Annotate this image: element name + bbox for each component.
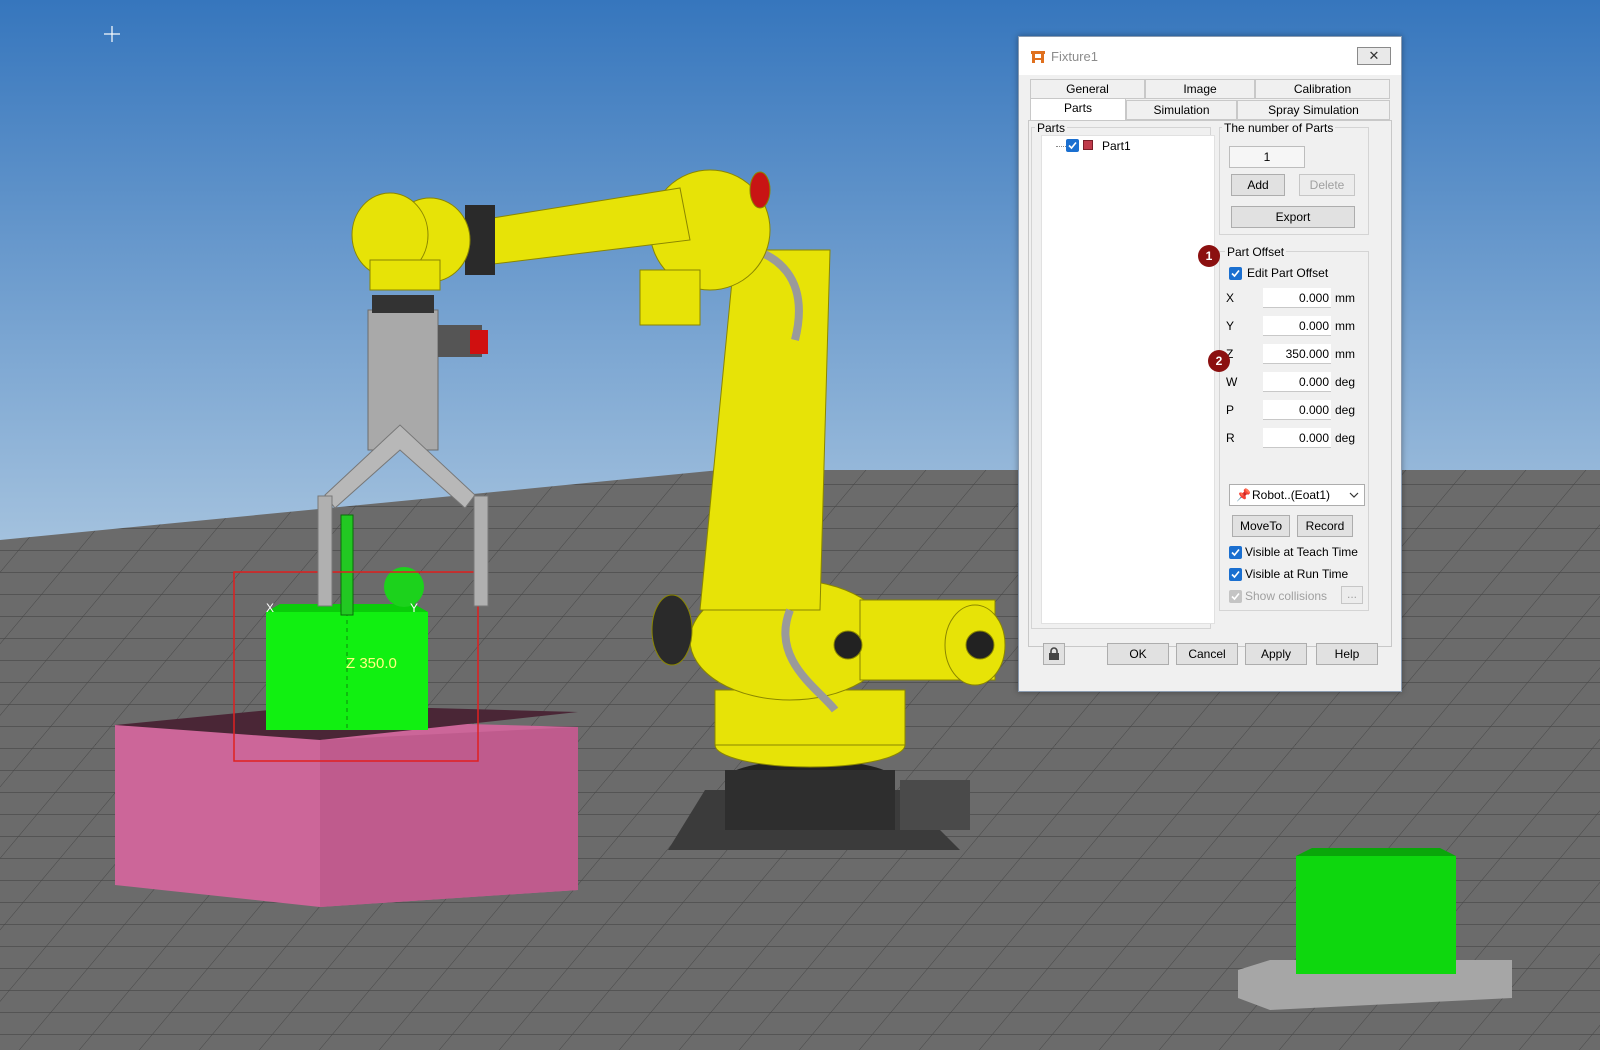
edit-part-offset-checkbox[interactable] bbox=[1229, 267, 1242, 280]
lock-icon bbox=[1049, 647, 1059, 660]
p-unit: deg bbox=[1335, 403, 1356, 417]
x-unit: mm bbox=[1335, 291, 1355, 305]
visible-teach-checkbox[interactable] bbox=[1229, 546, 1242, 559]
ok-button[interactable]: OK bbox=[1107, 643, 1169, 665]
tree-item-part1[interactable]: Part1 bbox=[1102, 139, 1131, 153]
dialog-titlebar[interactable]: Fixture1 ✕ bbox=[1019, 37, 1401, 75]
part-icon bbox=[1083, 140, 1093, 150]
chevron-down-icon bbox=[1349, 492, 1359, 498]
robot-select-value: Robot..(Eoat1) bbox=[1252, 488, 1331, 502]
robot-select[interactable]: 📌 Robot..(Eoat1) bbox=[1229, 484, 1365, 506]
robot-pin-icon: 📌 bbox=[1236, 488, 1251, 502]
pink-table bbox=[115, 705, 578, 907]
tab-calibration[interactable]: Calibration bbox=[1255, 79, 1390, 99]
record-button[interactable]: Record bbox=[1297, 515, 1353, 537]
r-unit: deg bbox=[1335, 431, 1356, 445]
cancel-button[interactable]: Cancel bbox=[1176, 643, 1238, 665]
show-collisions-checkbox[interactable] bbox=[1229, 590, 1242, 603]
y-label: Y bbox=[1226, 319, 1235, 333]
visible-run-checkbox[interactable] bbox=[1229, 568, 1242, 581]
close-button[interactable]: ✕ bbox=[1357, 47, 1391, 65]
tab-simulation[interactable]: Simulation bbox=[1126, 100, 1237, 120]
annotation-marker-1: 1 bbox=[1198, 245, 1220, 267]
edit-part-offset-label: Edit Part Offset bbox=[1247, 266, 1329, 280]
show-collisions-label: Show collisions bbox=[1245, 589, 1328, 603]
w-label: W bbox=[1226, 375, 1238, 389]
export-button[interactable]: Export bbox=[1231, 206, 1355, 228]
w-offset-input[interactable] bbox=[1263, 372, 1331, 392]
parts-tree[interactable]: Part1 bbox=[1041, 135, 1215, 624]
part-offset-legend: Part Offset bbox=[1225, 245, 1287, 259]
moveto-button[interactable]: MoveTo bbox=[1232, 515, 1290, 537]
r-label: R bbox=[1226, 431, 1235, 445]
p-offset-input[interactable] bbox=[1263, 400, 1331, 420]
p-label: P bbox=[1226, 403, 1235, 417]
r-offset-input[interactable] bbox=[1263, 428, 1331, 448]
visible-teach-label: Visible at Teach Time bbox=[1245, 545, 1358, 559]
z-unit: mm bbox=[1335, 347, 1355, 361]
fixture-icon bbox=[1031, 51, 1045, 63]
z-offset-input[interactable] bbox=[1263, 344, 1331, 364]
visible-run-label: Visible at Run Time bbox=[1245, 567, 1349, 581]
y-offset-input[interactable] bbox=[1263, 316, 1331, 336]
w-unit: deg bbox=[1335, 375, 1356, 389]
apply-button[interactable]: Apply bbox=[1245, 643, 1307, 665]
collisions-more-button[interactable]: ... bbox=[1341, 586, 1363, 604]
axis-y-label: Y bbox=[410, 601, 418, 615]
annotation-marker-2: 2 bbox=[1208, 350, 1230, 372]
axis-x-label: X bbox=[266, 601, 274, 615]
help-button[interactable]: Help bbox=[1316, 643, 1378, 665]
x-offset-input[interactable] bbox=[1263, 288, 1331, 308]
z-offset-overlay-label: Z 350.0 bbox=[346, 655, 397, 672]
y-unit: mm bbox=[1335, 319, 1355, 333]
add-button[interactable]: Add bbox=[1231, 174, 1285, 196]
parts-count-field: 1 bbox=[1229, 146, 1305, 168]
parts-group-legend: Parts bbox=[1035, 121, 1068, 135]
count-group-legend: The number of Parts bbox=[1222, 121, 1336, 135]
tree-connector bbox=[1056, 146, 1066, 147]
tool-frame-pin bbox=[340, 514, 354, 616]
tab-general[interactable]: General bbox=[1030, 79, 1145, 99]
parts-tab-pane: Parts Part1 The number of Parts 1 Add De… bbox=[1028, 120, 1392, 647]
delete-button[interactable]: Delete bbox=[1299, 174, 1355, 196]
lock-button[interactable] bbox=[1043, 643, 1065, 665]
dialog-title: Fixture1 bbox=[1051, 49, 1098, 64]
tab-parts[interactable]: Parts bbox=[1030, 98, 1126, 120]
x-label: X bbox=[1226, 291, 1235, 305]
part1-checkbox[interactable] bbox=[1066, 139, 1079, 152]
tab-spray-simulation[interactable]: Spray Simulation bbox=[1237, 100, 1390, 120]
tab-image[interactable]: Image bbox=[1145, 79, 1255, 99]
